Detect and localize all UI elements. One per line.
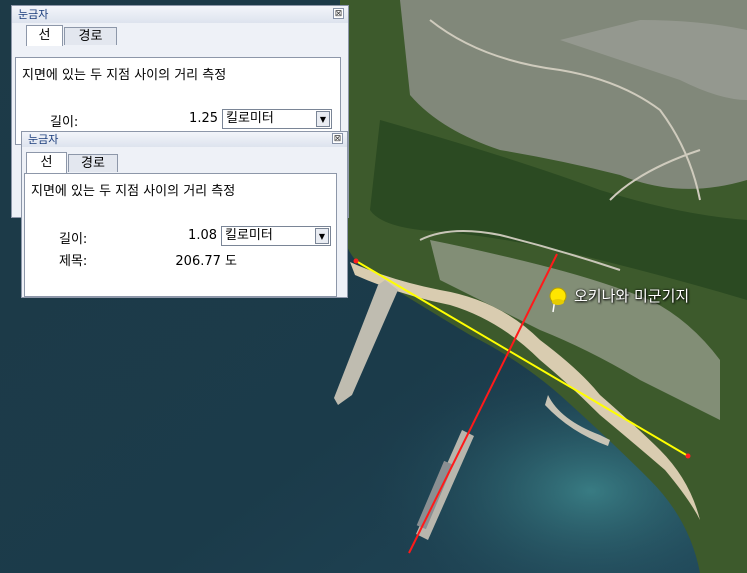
close-icon[interactable]: ⊠	[332, 133, 343, 144]
tab-path[interactable]: 경로	[64, 27, 117, 45]
length-label: 길이:	[59, 232, 88, 247]
ruler-description: 지면에 있는 두 지점 사이의 거리 측정	[31, 184, 236, 199]
ruler-window-front[interactable]: 눈금자 ⊠ 선 경로 지면에 있는 두 지점 사이의 거리 측정 길이: 1.0…	[21, 131, 348, 298]
chevron-down-icon[interactable]: ▼	[315, 228, 329, 244]
ruler-title: 눈금자	[28, 133, 59, 146]
ruler-panel: 지면에 있는 두 지점 사이의 거리 측정 길이: 1.08 킬로미터 ▼ 제목…	[24, 173, 337, 297]
tab-line[interactable]: 선	[26, 25, 63, 46]
unit-select[interactable]: 킬로미터 ▼	[222, 109, 332, 129]
unit-select-value: 킬로미터	[225, 228, 273, 243]
ruler-title: 눈금자	[18, 8, 49, 21]
ruler-titlebar[interactable]: 눈금자 ⊠	[22, 132, 347, 147]
length-value: 1.08	[188, 228, 217, 243]
tab-path[interactable]: 경로	[68, 154, 118, 172]
length-value: 1.25	[189, 111, 218, 126]
unit-select-value: 킬로미터	[226, 111, 274, 126]
heading-label: 제목:	[59, 254, 88, 269]
heading-value: 206.77 도	[175, 254, 237, 269]
chevron-down-icon[interactable]: ▼	[316, 111, 330, 127]
unit-select[interactable]: 킬로미터 ▼	[221, 226, 331, 246]
close-icon[interactable]: ⊠	[333, 8, 344, 19]
length-label: 길이:	[50, 115, 79, 130]
ruler-description: 지면에 있는 두 지점 사이의 거리 측정	[22, 68, 227, 83]
tab-line[interactable]: 선	[26, 152, 67, 173]
place-label[interactable]: 오키나와 미군기지	[574, 285, 689, 306]
ruler-titlebar[interactable]: 눈금자 ⊠	[12, 6, 348, 23]
